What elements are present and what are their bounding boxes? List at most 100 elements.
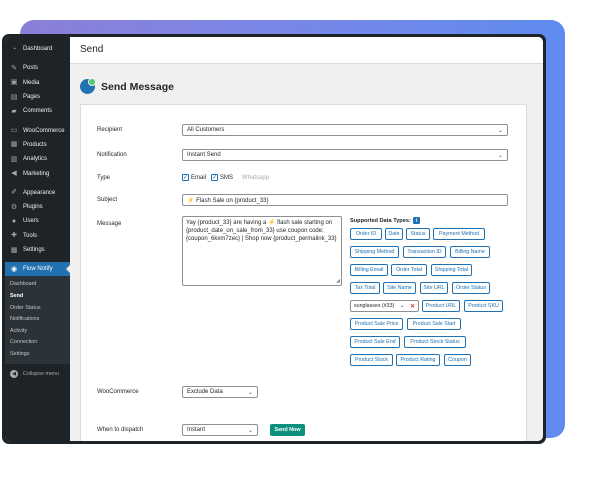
dispatch-select[interactable]: Instant ⌄ <box>182 424 258 436</box>
chip-order-status[interactable]: Order Status <box>452 282 490 294</box>
chip-payment-method[interactable]: Payment Method <box>433 228 485 240</box>
sidebar-item-posts[interactable]: ✎ Posts <box>5 61 70 75</box>
chip-coupon[interactable]: Coupon <box>444 354 471 366</box>
submenu-item-activity[interactable]: Activity <box>5 326 70 338</box>
chip-product-url[interactable]: Product URL <box>422 300 460 312</box>
chip-billing-email[interactable]: Billing Email <box>350 264 388 276</box>
user-icon: ● <box>11 217 17 225</box>
chip-order-total[interactable]: Order Total <box>391 264 427 276</box>
sidebar-item-comments[interactable]: ▰ Comments <box>5 104 70 118</box>
recipient-select[interactable]: All Customers ⌄ <box>182 124 508 136</box>
woocommerce-value: Exclude Data <box>187 389 223 395</box>
sidebar-item-woocommerce[interactable]: ▭ WooCommerce <box>5 123 70 137</box>
subject-input[interactable]: ⚡ Flash Sale on {product_33} <box>182 194 508 206</box>
chip-tax-total[interactable]: Tax Total <box>350 282 380 294</box>
page-heading: Send Message <box>70 64 543 100</box>
notification-label: Notification <box>97 152 127 158</box>
message-label: Message <box>97 221 122 227</box>
whatsapp-option[interactable]: Whatsapp <box>242 175 269 181</box>
flow-notify-icon: ◉ <box>10 265 18 273</box>
chip-product-stock[interactable]: Product Stock <box>350 354 393 366</box>
flow-notify-submenu: Dashboard Send Order Status Notification… <box>5 276 70 364</box>
chevron-down-icon: ⌄ <box>247 389 253 396</box>
submenu-item-notifications[interactable]: Notifications <box>5 314 70 326</box>
chip-billing-name[interactable]: Billing Name <box>450 246 490 258</box>
info-icon[interactable]: i <box>412 217 420 224</box>
sidebar-item-label: Flow Notify <box>23 266 53 273</box>
message-text: Yay {product_33} are having a ⚡ flash sa… <box>186 220 337 243</box>
page-icon: ▤ <box>10 93 18 101</box>
sidebar-item-label: Analytics <box>23 156 48 163</box>
submenu-item-send[interactable]: Send <box>5 291 70 303</box>
pin-icon: ✎ <box>11 64 17 72</box>
chip-product-sale-end[interactable]: Product Sale End <box>350 336 400 348</box>
chip-product-rating[interactable]: Product Rating <box>396 354 440 366</box>
sidebar-item-marketing[interactable]: ◀ Marketing <box>5 166 70 180</box>
send-now-button[interactable]: Send Now <box>270 424 305 436</box>
sidebar-item-label: Pages <box>23 94 41 101</box>
type-label: Type <box>97 175 111 181</box>
sidebar-item-plugins[interactable]: ⚙ Plugins <box>5 200 70 214</box>
chip-transaction-id[interactable]: Transaction ID <box>403 246 446 258</box>
sidebar-item-tools[interactable]: ✚ Tools <box>5 229 70 243</box>
submenu-item-order-status[interactable]: Order Status <box>5 303 70 315</box>
brush-icon: ✐ <box>11 189 17 197</box>
collapse-menu-label: Collapse menu <box>23 370 59 377</box>
sidebar-item-analytics[interactable]: ▥ Analytics <box>5 152 70 166</box>
comment-icon: ▰ <box>11 107 17 115</box>
sidebar-item-dashboard[interactable]: ◔ Dashboard <box>5 42 70 56</box>
dispatch-label: When to dispatch <box>97 427 144 433</box>
sidebar-item-label: Marketing <box>23 170 50 177</box>
admin-sidebar: ◔ Dashboard ✎ Posts ▣ Media ▤ Pages ▰ Comment… <box>5 37 70 441</box>
chip-date[interactable]: Date <box>385 228 403 240</box>
notification-select[interactable]: Instant Send ⌄ <box>182 149 508 161</box>
chip-status[interactable]: Status <box>406 228 430 240</box>
bar-chart-icon: ▥ <box>10 155 18 163</box>
chip-site-url[interactable]: Site URL <box>420 282 448 294</box>
resize-handle-icon[interactable]: ◢ <box>336 279 340 284</box>
dispatch-value: Instant <box>187 427 206 433</box>
product-select-value: sunglasses (#33) <box>354 303 395 309</box>
sidebar-item-label: Plugins <box>23 204 43 211</box>
subject-label: Subject <box>97 197 118 203</box>
email-label: Email <box>191 174 207 181</box>
chip-order-id[interactable]: Order ID <box>350 228 382 240</box>
sidebar-item-users[interactable]: ● Users <box>5 214 70 228</box>
submenu-item-connection[interactable]: Connection <box>5 337 70 349</box>
media-icon: ▣ <box>10 79 18 87</box>
message-textarea[interactable]: Yay {product_33} are having a ⚡ flash sa… <box>182 216 342 286</box>
settings-icon: ▩ <box>10 246 18 254</box>
woocommerce-label: WooCommerce <box>97 389 139 395</box>
chip-product-stock-status[interactable]: Product Stock Status <box>404 336 466 348</box>
chip-product-sale-start[interactable]: Product Sale Start <box>407 318 461 330</box>
chip-site-name[interactable]: Site Name <box>383 282 416 294</box>
sidebar-item-flow-notify[interactable]: ◉ Flow Notify <box>5 262 70 277</box>
sms-label: SMS <box>220 174 234 181</box>
woocommerce-select[interactable]: Exclude Data ⌄ <box>182 386 258 398</box>
sidebar-item-media[interactable]: ▣ Media <box>5 76 70 90</box>
chip-product-sale-price[interactable]: Product Sale Price <box>350 318 403 330</box>
sidebar-item-settings[interactable]: ▩ Settings <box>5 243 70 257</box>
product-select[interactable]: sunglasses (#33) ⌄ ✕ <box>350 300 419 312</box>
sidebar-item-pages[interactable]: ▤ Pages <box>5 90 70 104</box>
supported-data-types-title: Supported Data Types: i <box>350 217 420 224</box>
remove-icon[interactable]: ✕ <box>410 303 415 310</box>
submenu-item-settings[interactable]: Settings <box>5 349 70 361</box>
chip-shipping-total[interactable]: Shipping Total <box>431 264 472 276</box>
email-checkbox[interactable]: ✓ <box>182 174 189 181</box>
chip-product-sku[interactable]: Product SKU <box>464 300 503 312</box>
sidebar-item-appearance[interactable]: ✐ Appearance <box>5 186 70 200</box>
chip-shipping-method[interactable]: Shipping Method <box>350 246 399 258</box>
recipient-label: Recipient <box>97 127 123 133</box>
supported-title-text: Supported Data Types: <box>350 217 411 224</box>
sidebar-item-products[interactable]: ▦ Products <box>5 138 70 152</box>
sidebar-item-label: Products <box>23 141 47 148</box>
heading-title: Send Message <box>101 80 174 93</box>
sidebar-item-label: Media <box>23 79 40 86</box>
page-title: Send <box>70 37 543 64</box>
sms-checkbox[interactable]: ✓ <box>211 174 219 181</box>
collapse-arrow-icon: ◀ <box>10 369 18 378</box>
collapse-menu-button[interactable]: ◀ Collapse menu <box>5 364 70 378</box>
submenu-item-dashboard[interactable]: Dashboard <box>5 279 70 291</box>
sidebar-item-label: Appearance <box>23 189 56 196</box>
